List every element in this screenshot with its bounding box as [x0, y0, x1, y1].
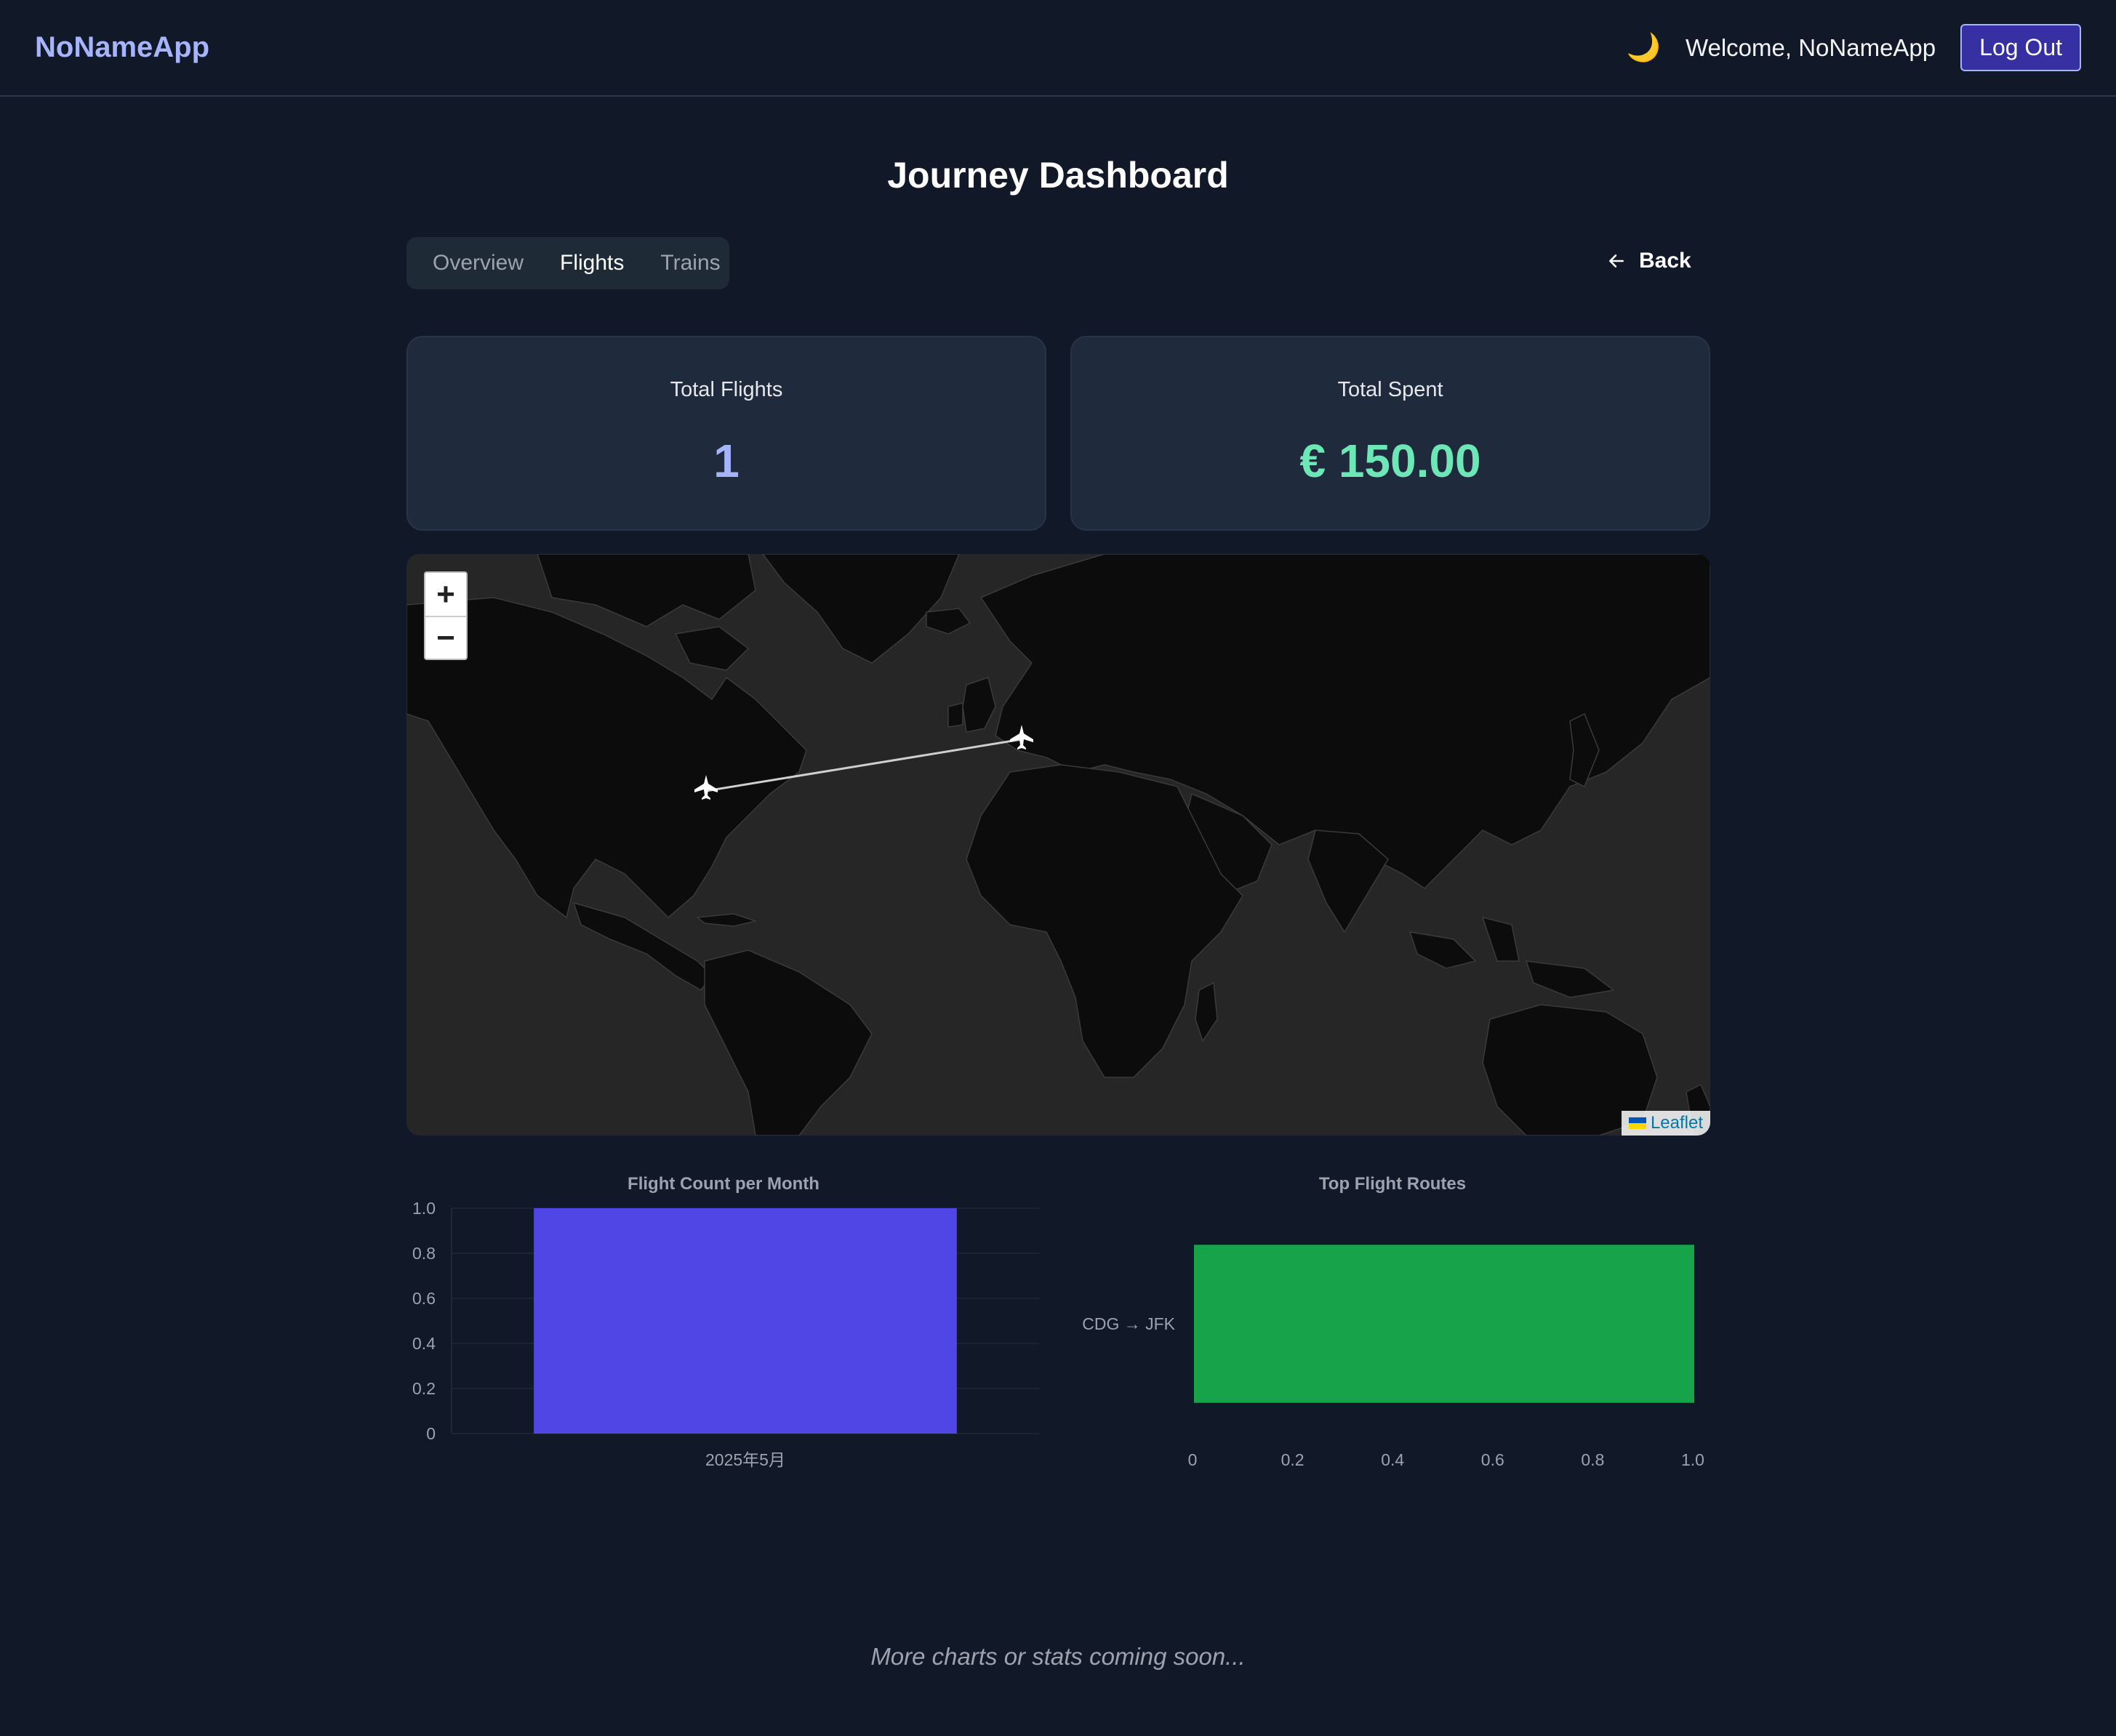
y-tick-label: 0.6: [412, 1289, 436, 1308]
x-tick-label: 0.4: [1381, 1450, 1404, 1469]
y-tick-label: 0.2: [412, 1379, 436, 1398]
leaflet-link[interactable]: Leaflet: [1651, 1113, 1703, 1133]
chart-title: Flight Count per Month: [628, 1174, 819, 1194]
zoom-in-button[interactable]: +: [425, 573, 466, 616]
y-tick-label: 0.4: [412, 1334, 436, 1353]
x-tick-label: 0.8: [1581, 1450, 1604, 1469]
welcome-text: Welcome, NoNameApp: [1685, 33, 1936, 61]
y-tick-label: 0: [426, 1424, 436, 1443]
total-spent-card: Total Spent € 150.00: [1070, 336, 1710, 531]
tab-overview[interactable]: Overview: [415, 251, 542, 276]
top-nav-bar: NoNameApp 🌙 Welcome, NoNameApp Log Out: [0, 0, 2116, 97]
back-button[interactable]: Back: [1607, 249, 1691, 273]
total-spent-value: € 150.00: [1299, 435, 1481, 487]
map-zoom-control: + −: [424, 571, 468, 660]
x-tick-label: 0.6: [1481, 1450, 1504, 1469]
bar: [1194, 1245, 1694, 1403]
arrow-left-icon: [1609, 254, 1624, 268]
y-tick-label: 1.0: [412, 1199, 436, 1218]
ukraine-flag-icon: [1628, 1117, 1646, 1129]
total-flights-value: 1: [713, 435, 740, 487]
bar: [534, 1208, 957, 1434]
total-spent-label: Total Spent: [1337, 378, 1443, 401]
flight-count-chart: Flight Count per Month 0 0.2 0.4 0.6 0.8 1.0 20…: [412, 1174, 1039, 1469]
x-tick-label: 2025年5月: [705, 1450, 785, 1469]
zoom-out-button[interactable]: −: [425, 616, 466, 659]
chart-title: Top Flight Routes: [1319, 1174, 1466, 1194]
brand-logo[interactable]: NoNameApp: [35, 31, 209, 64]
x-tick-label: 0: [1188, 1450, 1198, 1469]
moon-icon[interactable]: 🌙: [1627, 32, 1661, 64]
dashboard-tabs: Overview Flights Trains: [406, 237, 729, 289]
back-label: Back: [1639, 249, 1691, 273]
header-actions: 🌙 Welcome, NoNameApp Log Out: [1627, 24, 2081, 71]
tab-flights[interactable]: Flights: [542, 251, 643, 276]
y-tick-label: 0.8: [412, 1244, 436, 1263]
logout-button[interactable]: Log Out: [1960, 24, 2081, 71]
x-tick-label: 1.0: [1681, 1450, 1704, 1469]
tab-trains[interactable]: Trains: [643, 251, 739, 276]
total-flights-label: Total Flights: [670, 378, 783, 401]
map-attribution[interactable]: Leaflet: [1621, 1111, 1710, 1136]
world-map-tiles: [406, 554, 1710, 1136]
top-routes-chart: Top Flight Routes 0 0.2 0.4 0.6 0.8 1.0 CDG → J…: [1082, 1174, 1704, 1469]
footer-note: More charts or stats coming soon...: [870, 1643, 1246, 1670]
total-flights-card: Total Flights 1: [406, 336, 1046, 531]
flight-map[interactable]: + − Leaflet: [406, 554, 1710, 1136]
y-tick-label: CDG → JFK: [1082, 1314, 1175, 1333]
x-tick-label: 0.2: [1281, 1450, 1305, 1469]
page-title: Journey Dashboard: [887, 155, 1229, 196]
